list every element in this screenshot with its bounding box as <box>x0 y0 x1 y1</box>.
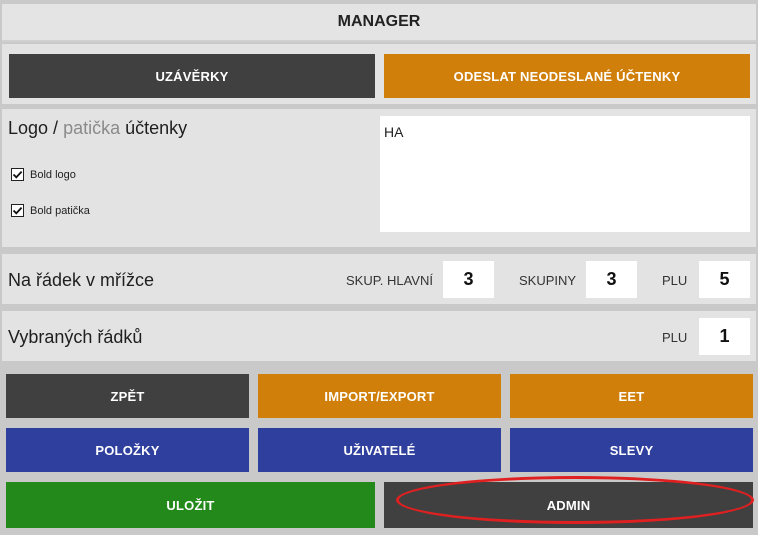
bold-logo-label: Bold logo <box>30 168 76 181</box>
send-unsent-receipts-button[interactable]: ODESLAT NEODESLANÉ ÚČTENKY <box>384 54 750 98</box>
plu-grid-input[interactable]: 5 <box>699 261 750 298</box>
receipt-text-input[interactable]: HA <box>380 116 750 232</box>
selected-plu-label: PLU <box>662 330 688 345</box>
plu-label: PLU <box>662 273 688 288</box>
title-footer: patička <box>63 118 121 138</box>
bold-footer-checkbox[interactable] <box>11 204 24 217</box>
checkmark-icon <box>12 206 23 215</box>
title-receipt: účtenky <box>125 118 188 138</box>
main-groups-input[interactable]: 3 <box>443 261 494 298</box>
checkmark-icon <box>12 170 23 179</box>
admin-button[interactable]: ADMIN <box>384 482 753 528</box>
title-logo: Logo / <box>8 118 59 138</box>
bold-footer-option[interactable]: Bold patička <box>11 204 90 217</box>
receipt-section-title: Logo / patička účtenky <box>8 118 187 139</box>
users-button[interactable]: UŽIVATELÉ <box>258 428 501 472</box>
bold-logo-option[interactable]: Bold logo <box>11 168 76 181</box>
grid-rows-title: Na řádek v mřížce <box>8 270 155 290</box>
groups-input[interactable]: 3 <box>586 261 637 298</box>
page-title: MANAGER <box>2 4 756 42</box>
discounts-button[interactable]: SLEVY <box>510 428 753 472</box>
bold-logo-checkbox[interactable] <box>11 168 24 181</box>
eet-button[interactable]: EET <box>510 374 753 418</box>
back-button[interactable]: ZPĚT <box>6 374 249 418</box>
bold-footer-label: Bold patička <box>30 204 90 217</box>
selected-rows-title: Vybraných řádků <box>8 327 143 347</box>
import-export-button[interactable]: IMPORT/EXPORT <box>258 374 501 418</box>
save-button[interactable]: ULOŽIT <box>6 482 375 528</box>
items-button[interactable]: POLOŽKY <box>6 428 249 472</box>
main-groups-label: SKUP. HLAVNÍ <box>346 273 433 288</box>
groups-label: SKUPINY <box>519 273 577 288</box>
closures-button[interactable]: UZÁVĚRKY <box>9 54 375 98</box>
selected-plu-input[interactable]: 1 <box>699 318 750 355</box>
